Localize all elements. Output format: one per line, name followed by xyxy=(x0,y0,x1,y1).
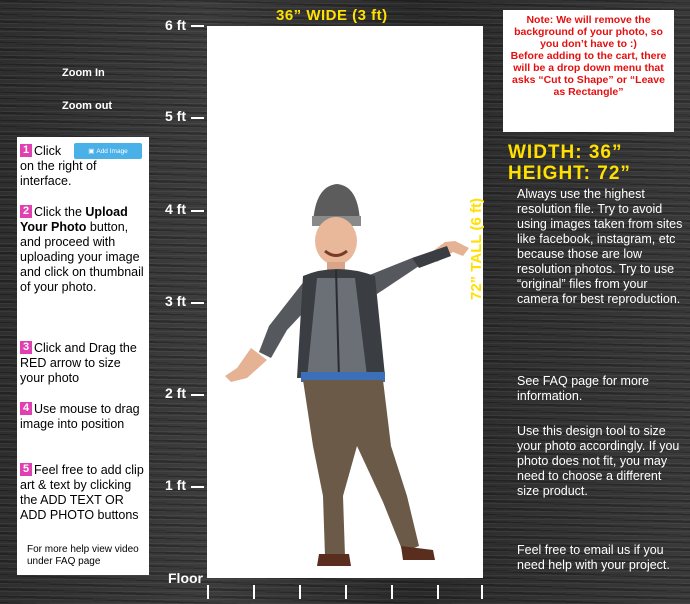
step-text: Click the xyxy=(34,205,86,219)
floor-label: Floor xyxy=(168,570,203,586)
width-tick xyxy=(253,585,255,599)
width-tick xyxy=(437,585,439,599)
instruction-step-3: 3 Click and Drag the RED arrow to size yo… xyxy=(20,341,148,386)
tick-mark xyxy=(191,394,204,396)
background-removal-note: Note: We will remove the background of y… xyxy=(503,10,674,132)
step-number: 2 xyxy=(20,205,32,218)
tick-mark xyxy=(191,117,204,119)
step-number: 1 xyxy=(20,144,32,157)
tick-mark xyxy=(191,302,204,304)
step-text: on the right of interface. xyxy=(20,159,97,188)
step-text: Click xyxy=(34,144,62,158)
width-dimension: WIDTH: 36” xyxy=(508,142,623,163)
width-tick xyxy=(207,585,209,599)
person-photo[interactable] xyxy=(207,26,483,578)
step-number: 3 xyxy=(20,341,32,354)
note-line-1: Note: We will remove the background of y… xyxy=(514,14,663,50)
add-image-button[interactable]: ▣ Add Image xyxy=(74,143,142,159)
step-number: 5 xyxy=(20,463,32,476)
sizing-tip: Use this design tool to size your photo … xyxy=(517,424,680,498)
instructions-panel: 1 Click on the right of interface. ▣ Add … xyxy=(17,137,149,575)
tick-label-1ft: 1 ft xyxy=(165,477,186,493)
instruction-step-2: 2 Click the Upload Your Photo button, and… xyxy=(20,205,148,295)
tick-label-6ft: 6 ft xyxy=(165,17,186,33)
step-text: Click and Drag the RED arrow to size you… xyxy=(20,341,137,385)
tick-label-4ft: 4 ft xyxy=(165,201,186,217)
width-tick xyxy=(299,585,301,599)
note-line-2: Before adding to the cart, there will be… xyxy=(510,50,667,98)
help-text: For more help view video under FAQ page xyxy=(27,544,139,567)
tick-mark xyxy=(191,486,204,488)
zoom-in-button[interactable]: Zoom In xyxy=(62,67,105,79)
tick-mark xyxy=(191,210,204,212)
image-icon: ▣ xyxy=(88,147,95,155)
width-tick xyxy=(481,585,483,599)
step-text: Feel free to add clip art & text by clic… xyxy=(20,463,144,522)
width-tick xyxy=(391,585,393,599)
instruction-step-5: 5 Feel free to add clip art & text by cli… xyxy=(20,463,148,523)
tick-label-3ft: 3 ft xyxy=(165,293,186,309)
instruction-step-4: 4 Use mouse to drag image into position xyxy=(20,402,148,432)
tick-label-2ft: 2 ft xyxy=(165,385,186,401)
design-canvas[interactable] xyxy=(207,26,483,578)
add-image-label: Add Image xyxy=(96,147,128,155)
step-text: Use mouse to drag image into position xyxy=(20,402,140,431)
height-dimension: HEIGHT: 72” xyxy=(508,163,631,184)
zoom-out-button[interactable]: Zoom out xyxy=(62,100,112,112)
canvas-width-label: 36” WIDE (3 ft) xyxy=(276,7,388,24)
tick-mark xyxy=(191,25,204,27)
tick-label-5ft: 5 ft xyxy=(165,108,186,124)
step-number: 4 xyxy=(20,402,32,415)
resolution-tip: Always use the highest resolution file. … xyxy=(517,187,683,306)
width-tick xyxy=(345,585,347,599)
canvas-height-label: 72” TALL (6 ft) xyxy=(468,198,485,300)
email-tip: Feel free to email us if you need help w… xyxy=(517,543,670,572)
faq-tip: See FAQ page for more information. xyxy=(517,374,650,403)
